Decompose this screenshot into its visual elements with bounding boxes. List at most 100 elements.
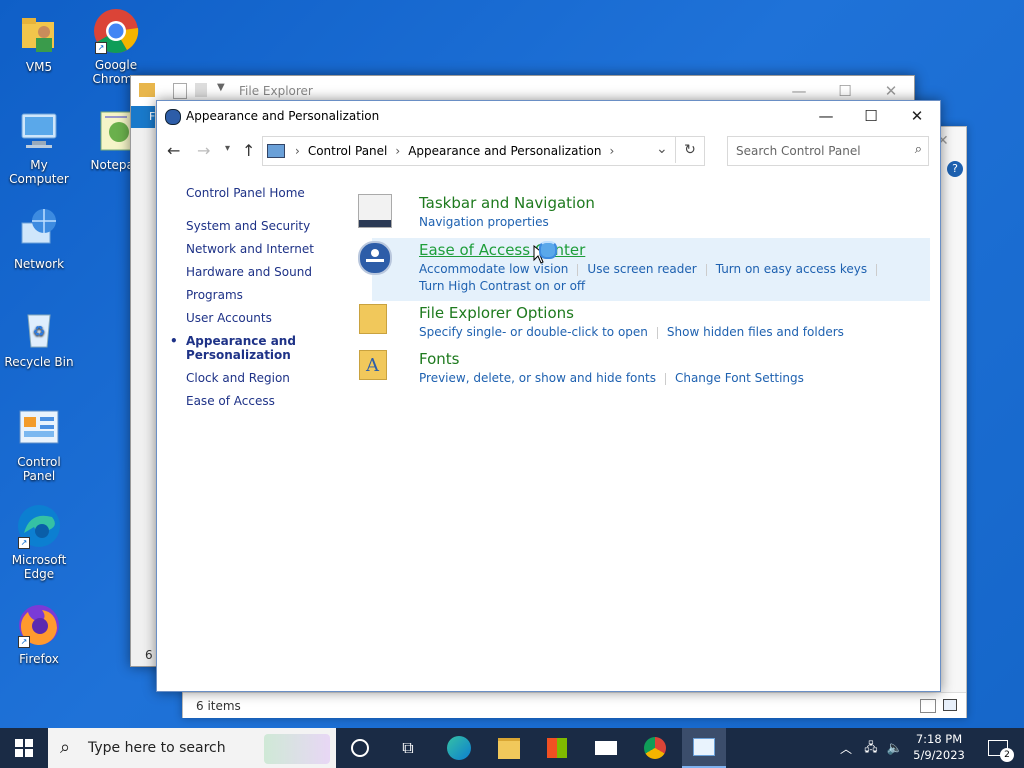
- category-link[interactable]: Use screen reader: [587, 262, 696, 276]
- category-title[interactable]: File Explorer Options: [419, 304, 933, 322]
- breadcrumb-separator-icon[interactable]: ›: [395, 144, 400, 158]
- taskbar-settings-icon: [358, 194, 392, 228]
- taskbar: ⌕ Type here to search ⧉ ︿ 🖧 🔈 7:18 PM 5/…: [0, 728, 1024, 768]
- cortana-button[interactable]: [340, 728, 380, 768]
- shortcut-arrow-icon: ↗: [18, 537, 30, 549]
- sidebar-item-network-internet[interactable]: Network and Internet: [186, 242, 356, 256]
- breadcrumb-separator-icon[interactable]: ›: [295, 144, 300, 158]
- control-panel-titlebar[interactable]: Appearance and Personalization — ☐ ✕: [157, 101, 940, 131]
- desktop-icon-my-computer[interactable]: My Computer: [0, 108, 78, 186]
- up-button[interactable]: ↑: [242, 141, 255, 160]
- category-file-explorer-options: File Explorer Options Specify single- or…: [359, 304, 933, 339]
- folder-icon: [498, 737, 520, 759]
- category-link[interactable]: Turn on easy access keys: [716, 262, 867, 276]
- notification-count-badge: 2: [1000, 748, 1014, 762]
- window-title: Appearance and Personalization: [186, 109, 380, 123]
- search-input[interactable]: Search Control Panel ⌕: [727, 136, 929, 166]
- recent-locations-chevron-icon[interactable]: ▾: [225, 143, 230, 154]
- category-title[interactable]: Taskbar and Navigation: [419, 194, 933, 212]
- minimize-button[interactable]: —: [803, 101, 849, 131]
- sidebar-item-system-security[interactable]: System and Security: [186, 219, 356, 233]
- desktop-icon-label: Recycle Bin: [4, 355, 74, 369]
- taskbar-mail-button[interactable]: [585, 728, 627, 768]
- sidebar-item-user-accounts[interactable]: User Accounts: [186, 311, 356, 325]
- category-link[interactable]: Preview, delete, or show and hide fonts: [419, 371, 656, 385]
- quick-access-page-icon[interactable]: [195, 83, 207, 97]
- address-dropdown-icon[interactable]: ⌄: [656, 141, 668, 157]
- taskbar-search-box[interactable]: ⌕ Type here to search: [48, 728, 336, 768]
- link-separator: [656, 326, 658, 339]
- address-bar[interactable]: › Control Panel › Appearance and Persona…: [262, 136, 705, 166]
- folder-icon: [139, 83, 155, 97]
- clock[interactable]: 7:18 PM 5/9/2023: [908, 731, 970, 763]
- network-tray-icon: 🖧: [864, 739, 878, 754]
- category-link[interactable]: Specify single- or double-click to open: [419, 325, 648, 339]
- category-link[interactable]: Show hidden files and folders: [667, 325, 844, 339]
- refresh-button[interactable]: ↻: [675, 137, 704, 163]
- taskbar-store-button[interactable]: [536, 728, 578, 768]
- desktop-icon-label: Microsoft Edge: [11, 553, 67, 581]
- control-panel-window[interactable]: Appearance and Personalization — ☐ ✕ ← →…: [156, 100, 941, 692]
- shortcut-arrow-icon: ↗: [95, 42, 107, 54]
- desktop-icon-firefox[interactable]: ↗ Firefox: [0, 602, 78, 666]
- category-links: Accommodate low vision Use screen reader T…: [419, 262, 933, 276]
- quick-access-dropdown-icon[interactable]: ▼: [217, 82, 225, 93]
- control-panel-icon: [16, 405, 62, 451]
- task-view-button[interactable]: ⧉: [388, 728, 428, 768]
- category-link[interactable]: Navigation properties: [419, 215, 933, 229]
- store-bag-icon: [547, 738, 567, 758]
- svg-text:♻: ♻: [33, 324, 46, 340]
- ease-of-access-center-icon: [358, 241, 392, 275]
- large-icons-view-icon[interactable]: [943, 699, 957, 711]
- desktop-icon-label: My Computer: [9, 158, 69, 186]
- network-tray-button[interactable]: 🖧: [860, 728, 882, 768]
- desktop-icon-edge[interactable]: ↗ Microsoft Edge: [0, 503, 78, 581]
- action-center-button[interactable]: 2: [978, 728, 1018, 768]
- sidebar-item-programs[interactable]: Programs: [186, 288, 356, 302]
- search-highlight-illustration-icon: [264, 734, 330, 764]
- category-taskbar-navigation: Taskbar and Navigation Navigation proper…: [358, 194, 933, 229]
- volume-tray-button[interactable]: 🔈: [884, 728, 906, 768]
- sidebar-item-ease-of-access[interactable]: Ease of Access: [186, 394, 356, 408]
- desktop-icon-recycle-bin[interactable]: ♻ Recycle Bin: [0, 305, 78, 369]
- details-view-icon[interactable]: [920, 699, 936, 713]
- desktop-icon-label: VM5: [25, 60, 53, 74]
- taskbar-control-panel-button[interactable]: [682, 728, 726, 768]
- breadcrumb-appearance[interactable]: Appearance and Personalization: [408, 144, 601, 158]
- control-panel-icon: [693, 738, 715, 756]
- breadcrumb-control-panel[interactable]: Control Panel: [308, 144, 388, 158]
- desktop-icon-label: Network: [13, 257, 65, 271]
- sidebar-item-appearance-selected[interactable]: • Appearance and Personalization: [170, 334, 356, 362]
- search-icon[interactable]: ⌕: [915, 142, 922, 157]
- desktop-icon-network[interactable]: Network: [0, 207, 78, 271]
- show-hidden-icons-button[interactable]: ︿: [836, 728, 856, 768]
- fonts-folder-icon: A: [359, 350, 387, 380]
- ribbon-tab[interactable]: F: [131, 106, 155, 128]
- forward-button[interactable]: →: [197, 141, 210, 160]
- help-icon[interactable]: ?: [947, 161, 963, 177]
- sidebar-home-link[interactable]: Control Panel Home: [186, 186, 356, 200]
- link-separator: [664, 372, 666, 385]
- status-text: 6 items: [196, 699, 241, 713]
- sidebar-item-clock-region[interactable]: Clock and Region: [186, 371, 356, 385]
- sidebar-item-hardware-sound[interactable]: Hardware and Sound: [186, 265, 356, 279]
- desktop-icon-vm5[interactable]: VM5: [0, 10, 78, 74]
- desktop-icon-label: Firefox: [19, 652, 59, 666]
- status-bar: 6 items: [183, 692, 966, 718]
- maximize-button[interactable]: ☐: [848, 101, 894, 131]
- desktop-icon-control-panel[interactable]: Control Panel: [0, 405, 78, 483]
- taskbar-file-explorer-button[interactable]: [488, 728, 530, 768]
- cortana-circle-icon: [351, 739, 369, 757]
- taskbar-edge-button[interactable]: [438, 728, 480, 768]
- category-title[interactable]: Ease of Access Center: [419, 241, 933, 259]
- back-button[interactable]: ←: [167, 141, 180, 160]
- edge-icon: ↗: [16, 503, 62, 549]
- category-link[interactable]: Turn High Contrast on or off: [419, 279, 933, 293]
- category-title[interactable]: Fonts: [419, 350, 933, 368]
- close-button[interactable]: ✕: [894, 101, 940, 131]
- quick-access-check-icon[interactable]: [173, 83, 187, 99]
- taskbar-chrome-button[interactable]: [634, 728, 676, 768]
- category-link[interactable]: Change Font Settings: [675, 371, 804, 385]
- start-button[interactable]: [0, 728, 48, 768]
- breadcrumb-separator-icon[interactable]: ›: [609, 144, 614, 158]
